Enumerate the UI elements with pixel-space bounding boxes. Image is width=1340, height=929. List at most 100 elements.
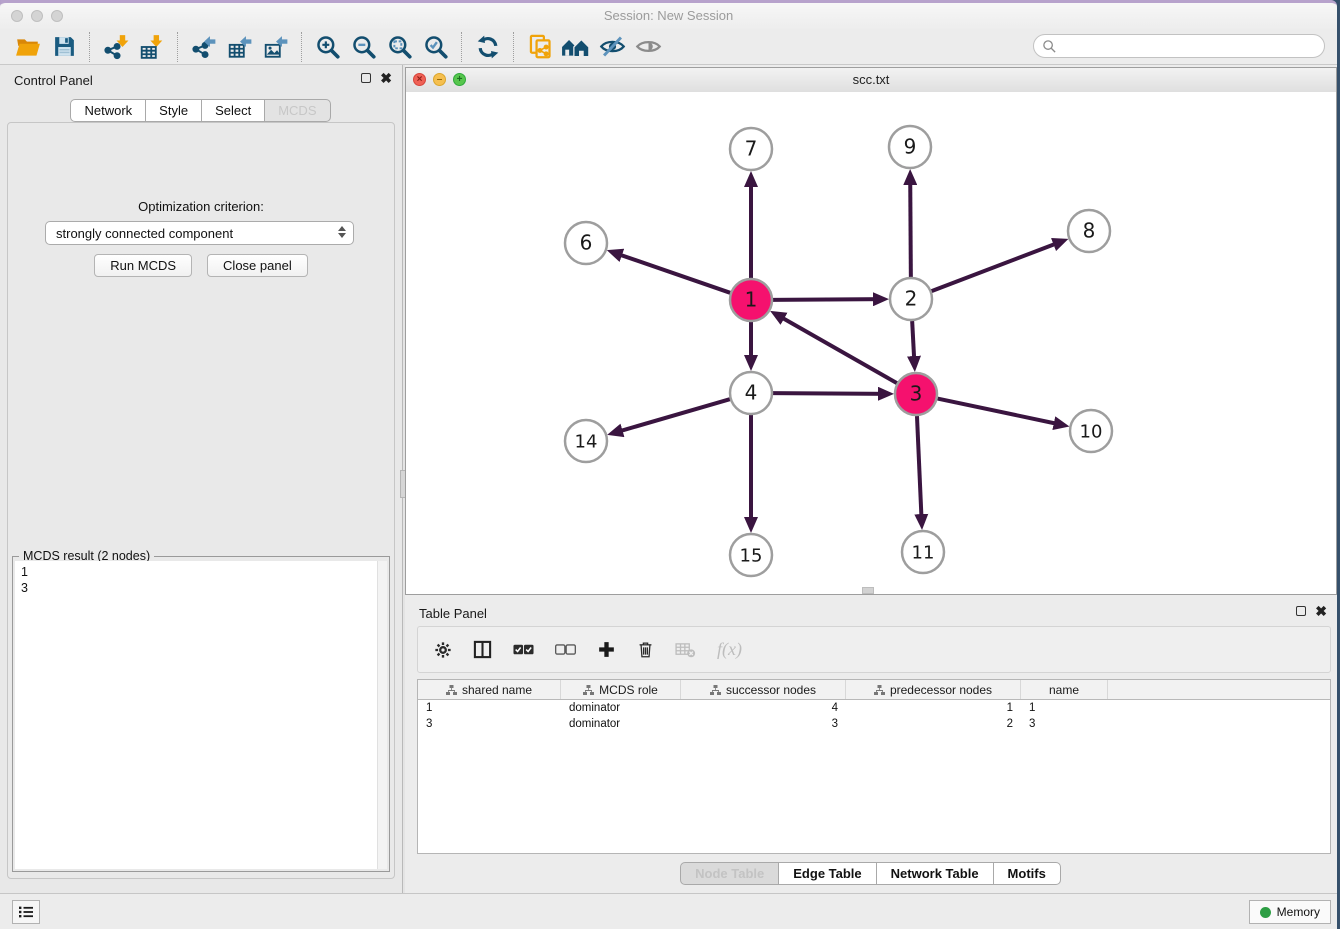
search-icon	[1042, 39, 1057, 54]
graph-node-14[interactable]: 14	[565, 420, 607, 462]
tab-mcds[interactable]: MCDS	[264, 99, 330, 122]
edge-1-6[interactable]	[613, 252, 730, 292]
mcds-result-text[interactable]: 1 3	[15, 561, 378, 869]
graph-node-2[interactable]: 2	[890, 278, 932, 320]
search-input[interactable]	[1033, 34, 1325, 58]
select-all-columns-icon[interactable]	[513, 643, 534, 656]
cell-shared-name[interactable]: 3	[418, 716, 561, 732]
show-columns-icon[interactable]	[473, 640, 492, 659]
function-builder-icon[interactable]: f(x)	[717, 639, 742, 660]
control-panel: Control Panel ✖ NetworkStyleSelectMCDS O…	[0, 65, 402, 893]
add-column-icon[interactable]	[597, 640, 616, 659]
graph-node-10[interactable]: 10	[1070, 410, 1112, 452]
apply-layout-icon[interactable]	[470, 32, 506, 62]
graph-node-3[interactable]: 3	[895, 373, 937, 415]
optimization-criterion-select[interactable]: strongly connected component	[45, 221, 354, 245]
cell-name[interactable]: 1	[1021, 700, 1108, 716]
export-table-icon[interactable]	[222, 32, 258, 62]
tab-node-table[interactable]: Node Table	[680, 862, 779, 885]
column-header-name[interactable]: name	[1021, 680, 1108, 699]
graph-node-8[interactable]: 8	[1068, 210, 1110, 252]
memory-button[interactable]: Memory	[1249, 900, 1331, 924]
column-header-successor-nodes[interactable]: successor nodes	[681, 680, 846, 699]
canvas-grip[interactable]	[862, 587, 874, 594]
edge-2-9[interactable]	[910, 176, 911, 277]
cell-mcds-role[interactable]: dominator	[561, 700, 681, 716]
column-header-shared-name[interactable]: shared name	[418, 680, 561, 699]
edge-4-14[interactable]	[614, 399, 730, 433]
zoom-selected-icon[interactable]	[418, 32, 454, 62]
hide-selected-icon[interactable]	[594, 32, 630, 62]
graph-node-7[interactable]: 7	[730, 128, 772, 170]
window-title: Session: New Session	[0, 8, 1337, 23]
show-all-icon[interactable]	[630, 32, 666, 62]
edge-3-10[interactable]	[938, 399, 1063, 425]
import-network-icon[interactable]	[98, 32, 134, 62]
save-session-icon[interactable]	[46, 32, 82, 62]
close-table-panel-icon[interactable]: ✖	[1315, 606, 1327, 616]
graph-node-9[interactable]: 9	[889, 126, 931, 168]
cell-mcds-role[interactable]: dominator	[561, 716, 681, 732]
table-panel-title: Table Panel	[419, 606, 487, 621]
control-panel-tabs: NetworkStyleSelectMCDS	[0, 99, 402, 122]
tab-edge-table[interactable]: Edge Table	[778, 862, 876, 885]
edge-4-3[interactable]	[773, 393, 887, 394]
tab-network[interactable]: Network	[70, 99, 146, 122]
edge-3-11[interactable]	[917, 416, 922, 523]
export-network-icon[interactable]	[186, 32, 222, 62]
close-panel-button[interactable]: Close panel	[207, 254, 308, 277]
cell-predecessor-nodes[interactable]: 1	[846, 700, 1021, 716]
cell-successor-nodes[interactable]: 3	[681, 716, 846, 732]
export-image-icon[interactable]	[258, 32, 294, 62]
zoom-in-icon[interactable]	[310, 32, 346, 62]
graph-node-4[interactable]: 4	[730, 372, 772, 414]
graph-node-6[interactable]: 6	[565, 222, 607, 264]
control-panel-header: Control Panel ✖	[0, 65, 402, 95]
graph-node-15[interactable]: 15	[730, 534, 772, 576]
delete-table-icon[interactable]	[675, 642, 696, 658]
first-neighbors-icon[interactable]	[558, 32, 594, 62]
close-panel-icon[interactable]: ✖	[380, 73, 392, 83]
column-header-predecessor-nodes[interactable]: predecessor nodes	[846, 680, 1021, 699]
table-row[interactable]: 1dominator411	[418, 700, 1330, 716]
cell-successor-nodes[interactable]: 4	[681, 700, 846, 716]
open-session-icon[interactable]	[10, 32, 46, 62]
table-panel: Table Panel ✖	[405, 598, 1337, 893]
clone-network-icon[interactable]	[522, 32, 558, 62]
zoom-fit-icon[interactable]	[382, 32, 418, 62]
cell-predecessor-nodes[interactable]: 2	[846, 716, 1021, 732]
network-graph[interactable]: 1 2 3 4 6 7 8 9 10 11 14 15	[406, 92, 1336, 594]
table-settings-icon[interactable]	[434, 641, 452, 659]
result-scrollbar[interactable]	[377, 561, 387, 869]
delete-columns-icon[interactable]	[637, 640, 654, 659]
table-row[interactable]: 3dominator323	[418, 716, 1330, 732]
toolbar-separator	[177, 32, 179, 62]
cell-shared-name[interactable]: 1	[418, 700, 561, 716]
edge-1-2[interactable]	[773, 299, 882, 300]
table-panel-header: Table Panel ✖	[405, 598, 1337, 628]
float-table-panel-icon[interactable]	[1296, 606, 1306, 616]
mcds-panel: Optimization criterion: strongly connect…	[7, 122, 395, 879]
float-panel-icon[interactable]	[361, 73, 371, 83]
run-mcds-button[interactable]: Run MCDS	[94, 254, 192, 277]
tab-style[interactable]: Style	[145, 99, 202, 122]
node-table[interactable]: shared nameMCDS rolesuccessor nodesprede…	[417, 679, 1331, 854]
cell-name[interactable]: 3	[1021, 716, 1108, 732]
edge-3-1[interactable]	[776, 314, 897, 383]
import-table-icon[interactable]	[134, 32, 170, 62]
graph-node-1[interactable]: 1	[730, 279, 772, 321]
toolbar-separator	[301, 32, 303, 62]
svg-text:15: 15	[740, 546, 763, 567]
tab-select[interactable]: Select	[201, 99, 265, 122]
network-window-titlebar[interactable]: × – + scc.txt	[406, 68, 1336, 93]
edge-2-8[interactable]	[932, 241, 1062, 291]
tab-motifs[interactable]: Motifs	[993, 862, 1061, 885]
graph-node-11[interactable]: 11	[902, 531, 944, 573]
unselect-all-columns-icon[interactable]	[555, 643, 576, 656]
task-history-button[interactable]	[12, 900, 40, 924]
zoom-out-icon[interactable]	[346, 32, 382, 62]
network-canvas[interactable]: 1 2 3 4 6 7 8 9 10 11 14 15	[406, 92, 1336, 594]
edge-2-3[interactable]	[912, 321, 914, 365]
tab-network-table[interactable]: Network Table	[876, 862, 994, 885]
column-header-mcds-role[interactable]: MCDS role	[561, 680, 681, 699]
